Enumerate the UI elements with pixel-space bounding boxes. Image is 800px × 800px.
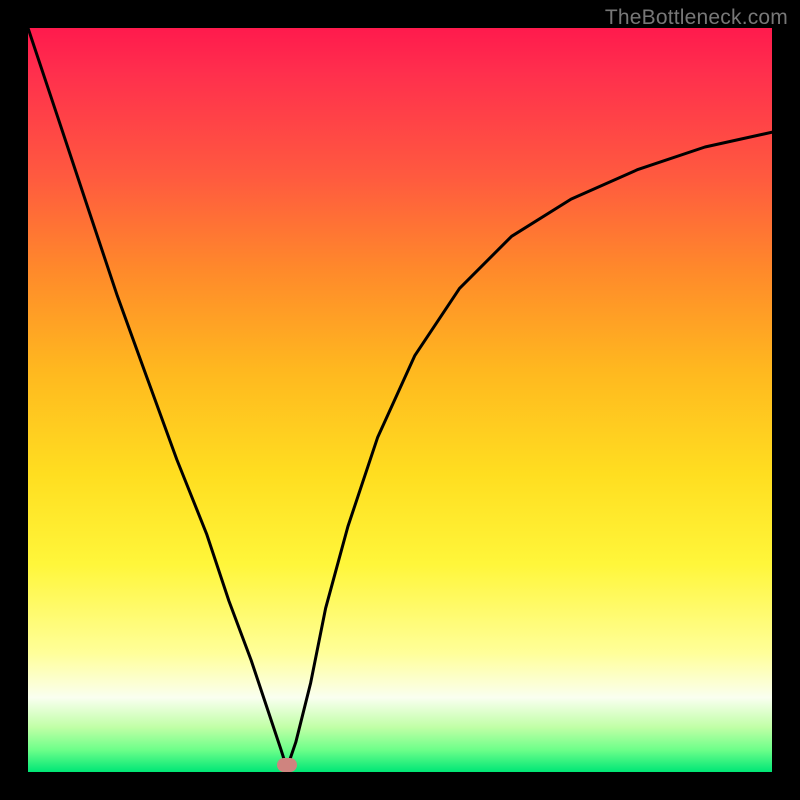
plot-area bbox=[28, 28, 772, 772]
minimum-marker bbox=[277, 758, 297, 772]
curve-layer bbox=[28, 28, 772, 772]
bottleneck-curve bbox=[28, 28, 772, 768]
watermark-text: TheBottleneck.com bbox=[605, 6, 788, 30]
chart-frame: TheBottleneck.com bbox=[0, 0, 800, 800]
